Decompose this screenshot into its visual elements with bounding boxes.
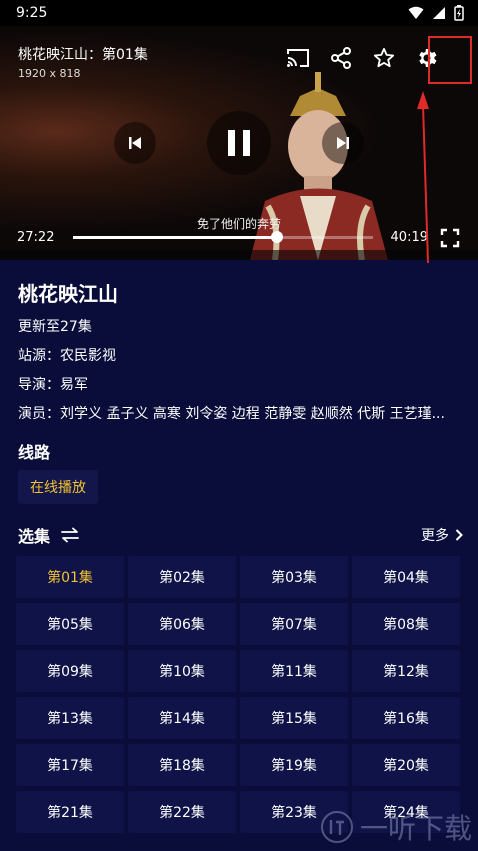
fullscreen-button[interactable] [440,228,460,248]
episode-item[interactable]: 第04集 [352,556,460,598]
seek-bar-handle[interactable] [271,231,283,243]
seek-bar[interactable] [73,231,373,243]
pause-button[interactable] [207,111,271,175]
episode-item[interactable]: 第22集 [128,791,236,833]
episode-item[interactable]: 第15集 [240,697,348,739]
fullscreen-icon [440,228,460,248]
episode-item[interactable]: 第19集 [240,744,348,786]
episode-item[interactable]: 第09集 [16,650,124,692]
episode-item[interactable]: 第01集 [16,556,124,598]
episode-item[interactable]: 第08集 [352,603,460,645]
star-icon [373,47,395,68]
more-episodes-button[interactable]: 更多 [421,525,463,545]
episodes-heading: 选集 [18,527,51,546]
previous-button[interactable] [114,122,156,164]
next-button[interactable] [322,122,364,164]
episode-item[interactable]: 第13集 [16,697,124,739]
episode-item[interactable]: 第21集 [16,791,124,833]
more-label: 更多 [421,528,449,544]
update-status: 更新至27集 [18,319,92,335]
video-player[interactable]: 桃花映江山：第01集 1920 x 818 免了他们的奔劳 27:22 40:1… [0,26,478,260]
cast-icon [287,49,309,67]
episodes-header: 选集 更多 [18,523,463,547]
skip-next-icon [337,137,349,149]
player-header: 桃花映江山：第01集 1920 x 818 [18,44,148,80]
episode-item[interactable]: 第03集 [240,556,348,598]
player-title: 桃花映江山：第01集 [18,47,148,63]
episode-grid: 第01集 第02集 第03集 第04集第05集 第06集 第07集 第08集第09集 第10集… [16,556,462,833]
watermark-logo-icon [320,811,353,843]
share-button[interactable] [321,38,361,78]
cast-line: 演员：刘学义 孟子义 高寒 刘令姿 边程 范静雯 赵顺然 代斯 王艺瑾... [18,406,445,422]
wifi-icon [408,6,424,19]
episode-item[interactable]: 第05集 [16,603,124,645]
episode-item[interactable]: 第16集 [352,697,460,739]
player-resolution: 1920 x 818 [18,67,81,80]
route-chip-online[interactable]: 在线播放 [18,470,98,504]
skip-previous-icon [129,137,141,149]
seek-bar-fill [73,236,277,239]
episode-item[interactable]: 第07集 [240,603,348,645]
share-icon [331,47,351,69]
annotation-arrow [417,91,429,264]
show-info: 桃花映江山 更新至27集 站源：农民影视 导演：易军 演员：刘学义 孟子义 高寒… [18,278,463,433]
episode-item[interactable]: 第12集 [352,650,460,692]
episode-item[interactable]: 第18集 [128,744,236,786]
chevron-right-icon [455,529,463,541]
swap-icon[interactable] [60,527,80,543]
source-line: 站源：农民影视 [18,348,116,364]
watermark: 一听下载 [320,807,472,847]
episode-item[interactable]: 第14集 [128,697,236,739]
status-time: 9:25 [16,5,48,21]
episode-item[interactable]: 第02集 [128,556,236,598]
watermark-text: 一听下载 [359,812,472,845]
episode-item[interactable]: 第20集 [352,744,460,786]
director-line: 导演：易军 [18,377,88,393]
episode-item[interactable]: 第17集 [16,744,124,786]
episode-item[interactable]: 第06集 [128,603,236,645]
battery-icon [454,5,464,21]
favorite-button[interactable] [364,38,404,78]
signal-icon [433,7,445,19]
pause-icon [228,130,250,156]
settings-highlight-box [428,36,472,84]
routes-heading: 线路 [18,443,51,462]
show-title: 桃花映江山 [18,282,118,306]
episode-item[interactable]: 第11集 [240,650,348,692]
episode-item[interactable]: 第10集 [128,650,236,692]
status-icons [408,5,464,21]
status-bar: 9:25 [0,0,478,26]
cast-button[interactable] [278,38,318,78]
current-time: 27:22 [17,230,55,245]
